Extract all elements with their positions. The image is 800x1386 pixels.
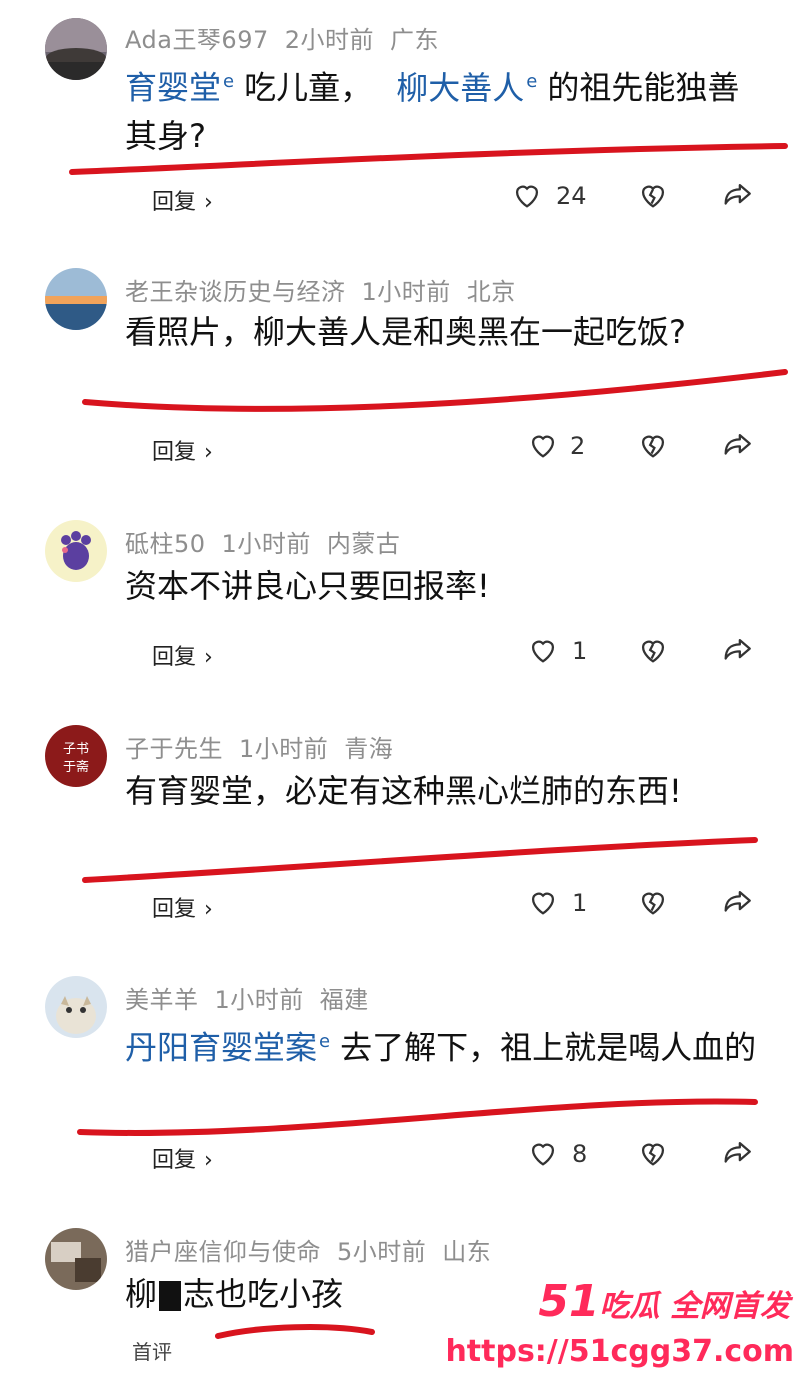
share-arrow-icon[interactable]	[720, 1136, 754, 1170]
like-count: 1	[572, 637, 588, 665]
location: 青海	[344, 735, 394, 763]
reply-button[interactable]: 回复 ›	[152, 184, 213, 216]
comment-meta: 美羊羊 1小时前 福建	[125, 980, 385, 1015]
heart-outline-icon[interactable]	[526, 428, 560, 462]
timestamp: 1小时前	[361, 278, 451, 306]
username[interactable]: 子于先生	[125, 735, 223, 763]
comment-text: 有育婴堂，必定有这种黑心烂肺的东西!	[125, 772, 682, 810]
search-icon: 𝖾	[526, 71, 538, 92]
broken-heart-icon[interactable]	[636, 1136, 670, 1170]
reply-button[interactable]: 回复 ›	[152, 1142, 213, 1174]
username[interactable]: 美羊羊	[125, 986, 199, 1014]
heart-outline-icon[interactable]	[526, 885, 560, 919]
avatar[interactable]	[45, 1228, 107, 1290]
comment-meta: 猎户座信仰与使命 5小时前 山东	[125, 1232, 507, 1267]
comment-actions: 回复 › 1	[0, 633, 800, 673]
underline-5	[215, 1324, 375, 1339]
reply-button[interactable]: 回复 ›	[152, 434, 213, 466]
first-comment-label: 首评	[132, 1340, 172, 1364]
comment-actions: 回复 › 24	[0, 178, 800, 218]
avatar-image: 子书 于斋	[45, 725, 107, 787]
reply-button[interactable]: 回复 ›	[152, 891, 213, 923]
reply-button[interactable]: 回复 ›	[152, 639, 213, 671]
comment-text: 看照片，柳大善人是和奥黑在一起吃饭?	[125, 313, 686, 351]
avatar-image	[45, 18, 107, 80]
heart-outline-icon[interactable]	[510, 178, 544, 212]
location: 北京	[466, 278, 516, 306]
location: 福建	[319, 986, 369, 1014]
svg-text:于斋: 于斋	[63, 759, 89, 775]
topic-link[interactable]: 柳大善人	[396, 69, 524, 107]
chevron-right-icon: ›	[204, 897, 213, 922]
broken-heart-icon[interactable]	[636, 633, 670, 667]
like-count: 2	[570, 432, 586, 460]
chevron-right-icon: ›	[204, 440, 213, 465]
underline-2	[82, 369, 788, 412]
comment-meta: Ada王琴697 2小时前 广东	[125, 20, 455, 55]
timestamp: 1小时前	[239, 735, 329, 763]
location: 广东	[390, 26, 440, 54]
timestamp: 1小时前	[221, 530, 311, 558]
avatar[interactable]	[45, 520, 107, 582]
chevron-right-icon: ›	[204, 645, 213, 670]
share-arrow-icon[interactable]	[720, 633, 754, 667]
comment-meta: 老王杂谈历史与经济 1小时前 北京	[125, 272, 532, 307]
avatar-image	[45, 976, 107, 1038]
location: 内蒙古	[326, 530, 401, 558]
avatar[interactable]: 子书 于斋	[45, 725, 107, 787]
watermark-brand: 51吃瓜 全网首发	[538, 1276, 790, 1327]
avatar[interactable]	[45, 268, 107, 330]
comment-meta: 砥柱50 1小时前 内蒙古	[125, 524, 416, 559]
heart-outline-icon[interactable]	[526, 633, 560, 667]
username[interactable]: 砥柱50	[125, 530, 206, 558]
comment-text: 丹阳育婴堂案 𝖾 去了解下，祖上就是喝人血的	[125, 1028, 757, 1067]
redaction-block	[159, 1281, 182, 1311]
comment-text: 资本不讲良心只要回报率!	[125, 567, 490, 605]
comment-actions: 回复 › 8	[0, 1136, 800, 1176]
underline-3	[82, 837, 758, 883]
share-arrow-icon[interactable]	[720, 428, 754, 462]
username[interactable]: 猎户座信仰与使命	[125, 1238, 321, 1266]
broken-heart-icon[interactable]	[636, 428, 670, 462]
location: 山东	[442, 1238, 492, 1266]
username[interactable]: 老王杂谈历史与经济	[125, 278, 346, 306]
comment-text: 育婴堂 𝖾 吃儿童， 柳大善人 𝖾 的祖先能独善其身?	[125, 68, 740, 155]
comment-meta: 子于先生 1小时前 青海	[125, 729, 409, 764]
broken-heart-icon[interactable]	[636, 885, 670, 919]
timestamp: 5小时前	[337, 1238, 427, 1266]
search-icon: 𝖾	[319, 1031, 331, 1052]
timestamp: 1小时前	[214, 986, 304, 1014]
avatar-image	[45, 268, 107, 330]
like-count: 1	[572, 889, 588, 917]
comment-actions: 回复 › 2	[0, 428, 800, 468]
chevron-right-icon: ›	[204, 190, 213, 215]
search-icon: 𝖾	[223, 71, 235, 92]
broken-heart-icon[interactable]	[636, 178, 670, 212]
site-watermark: 51吃瓜 全网首发 https://51cgg37.com	[445, 1276, 800, 1386]
avatar-image	[45, 520, 107, 582]
topic-link[interactable]: 育婴堂	[125, 69, 221, 107]
like-count: 24	[556, 182, 587, 210]
chevron-right-icon: ›	[204, 1148, 213, 1173]
watermark-url: https://51cgg37.com	[445, 1334, 794, 1369]
username[interactable]: Ada王琴697	[125, 26, 269, 54]
comment-actions: 回复 › 1	[0, 885, 800, 925]
avatar[interactable]	[45, 976, 107, 1038]
heart-outline-icon[interactable]	[526, 1136, 560, 1170]
share-arrow-icon[interactable]	[720, 885, 754, 919]
avatar-seal-text: 子书	[63, 742, 89, 757]
avatar[interactable]	[45, 18, 107, 80]
like-count: 8	[572, 1140, 588, 1168]
underline-4	[77, 1098, 758, 1136]
timestamp: 2小时前	[284, 26, 375, 54]
avatar-image	[45, 1228, 107, 1290]
share-arrow-icon[interactable]	[720, 178, 754, 212]
topic-link[interactable]: 丹阳育婴堂案	[125, 1029, 317, 1067]
